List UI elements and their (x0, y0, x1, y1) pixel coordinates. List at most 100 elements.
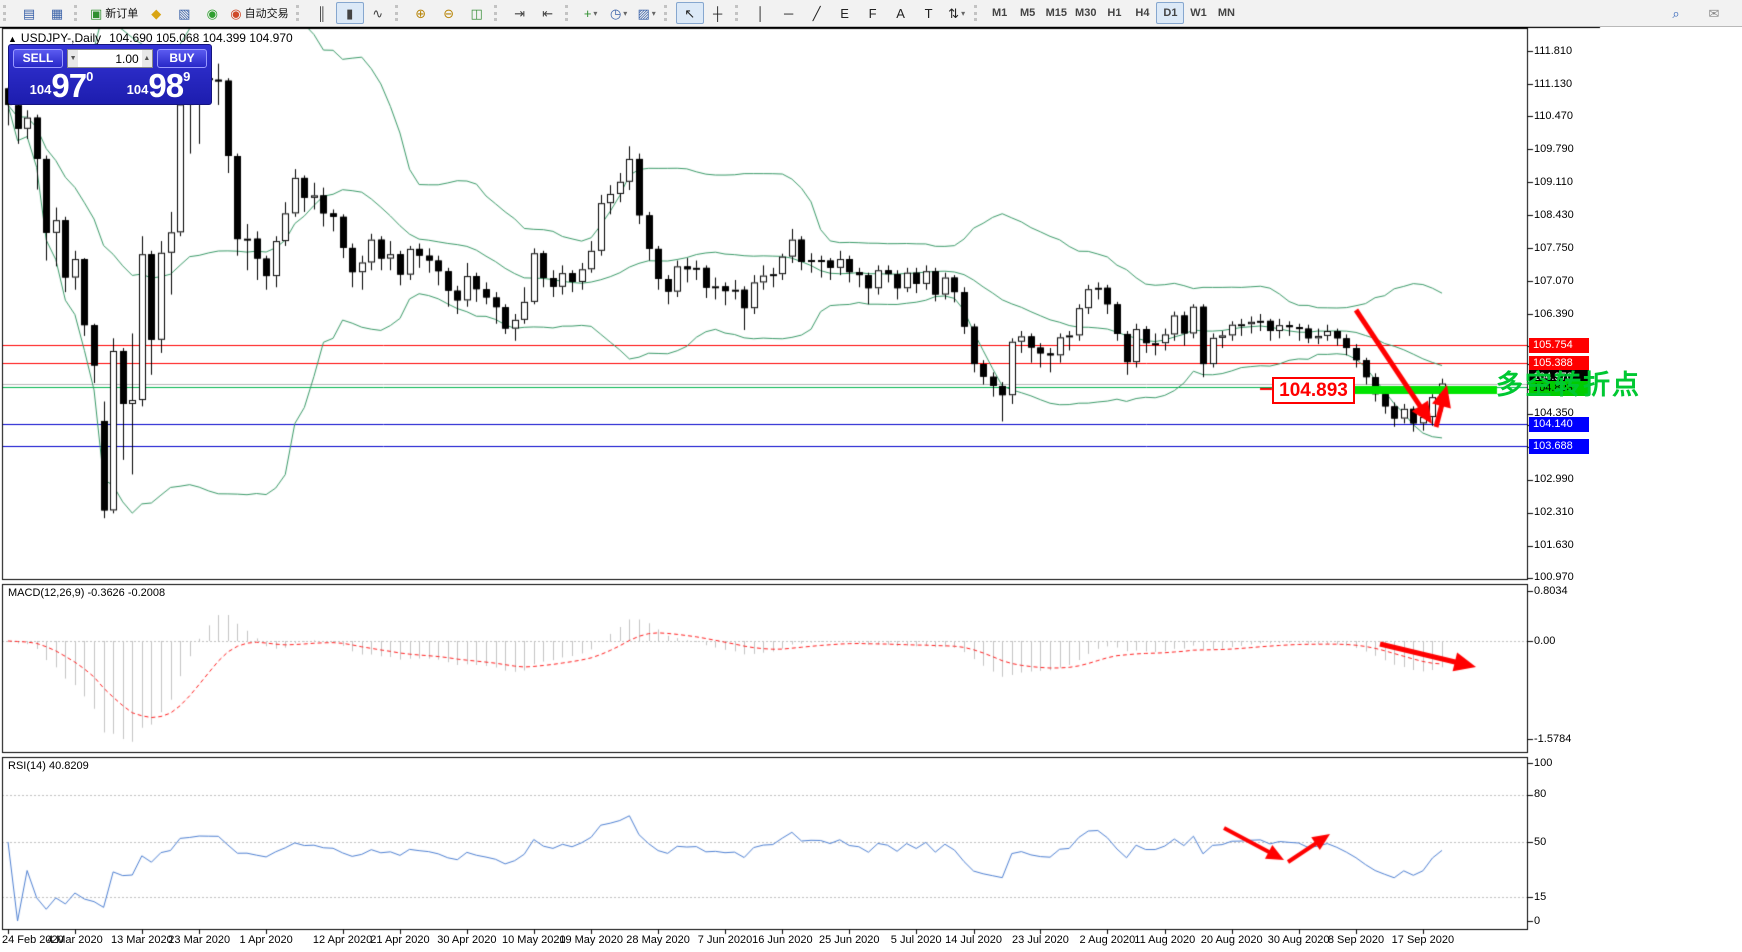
price-tick-label: 111.810 (1534, 45, 1572, 57)
metatrader-window: ▤▦ ▣新订单◆▧◉◉自动交易 ║▮∿ ⊕⊖◫ ⇥⇤ +▾◷▾▨▾ ↖┼ │─╱EFAT⇅▾ M… (0, 0, 1742, 952)
timeframe-h1-button[interactable]: H1 (1100, 2, 1128, 24)
toolbar-grip (664, 5, 672, 21)
price-badge: 103.688 (1529, 439, 1589, 454)
timeframe-m5-button[interactable]: M5 (1014, 2, 1042, 24)
date-tick-label: 5 Jul 2020 (891, 934, 942, 946)
date-tick-label: 7 Jun 2020 (698, 934, 752, 946)
buy-price[interactable]: 104989 (110, 69, 207, 100)
zoom-out-icon[interactable]: ⊖ (435, 2, 463, 24)
trendline-icon[interactable]: ╱ (803, 2, 831, 24)
vertical-line-icon[interactable]: │ (747, 2, 775, 24)
text-label-icon[interactable]: T (915, 2, 943, 24)
macd-tick-label: -1.5784 (1534, 733, 1571, 745)
date-tick-label: 19 May 2020 (559, 934, 623, 946)
auto-scroll-icon[interactable]: ⇥ (506, 2, 534, 24)
price-tick-label: 101.630 (1534, 539, 1574, 551)
horizontal-line-icon[interactable]: ─ (775, 2, 803, 24)
templates-icon[interactable]: ▨▾ (633, 2, 661, 24)
macd-tick-label: 0.00 (1534, 635, 1555, 647)
candlestick-chart-icon[interactable]: ▮ (336, 2, 364, 24)
date-tick-label: 2 Aug 2020 (1080, 934, 1136, 946)
timeframe-w1-button[interactable]: W1 (1184, 2, 1212, 24)
toolbar-right: ⌕✉ (1662, 2, 1742, 24)
price-tick-label: 102.990 (1534, 473, 1574, 485)
timeframe-m30-button[interactable]: M30 (1071, 2, 1100, 24)
toolbar-grip (296, 5, 304, 21)
rsi-tick-label: 15 (1534, 891, 1546, 903)
line-chart-icon[interactable]: ∿ (364, 2, 392, 24)
signals-icon[interactable]: ◉ (198, 2, 226, 24)
bar-chart-icon[interactable]: ║ (308, 2, 336, 24)
chat-icon[interactable]: ✉ (1700, 2, 1728, 24)
price-tick-label: 109.790 (1534, 143, 1574, 155)
timeframe-m15-button[interactable]: M15 (1042, 2, 1071, 24)
date-tick-label: 20 Aug 2020 (1201, 934, 1263, 946)
volume-input[interactable] (78, 50, 141, 67)
volume-decrease-button[interactable]: ▼ (68, 50, 78, 67)
price-tick-label: 111.130 (1534, 78, 1572, 90)
rsi-title: RSI(14) (8, 760, 46, 772)
price-tick-label: 107.750 (1534, 242, 1574, 254)
sell-button[interactable]: SELL (13, 49, 63, 68)
cursor-icon[interactable]: ↖ (676, 2, 704, 24)
sell-price-big: 97 (51, 71, 86, 100)
toolbar-grip (565, 5, 573, 21)
date-tick-label: 21 Apr 2020 (370, 934, 429, 946)
oneclick-collapse-icon[interactable]: ▲ (8, 34, 17, 44)
price-level-callout[interactable]: 104.893 (1272, 377, 1355, 404)
chart-shift-icon[interactable]: ⇤ (534, 2, 562, 24)
text-icon[interactable]: A (887, 2, 915, 24)
buy-button[interactable]: BUY (157, 49, 207, 68)
timeframe-h4-button[interactable]: H4 (1128, 2, 1156, 24)
data-window-icon[interactable]: ▦ (43, 2, 71, 24)
new-order-icon[interactable]: ▣新订单 (86, 2, 142, 24)
autotrading-icon[interactable]: ◉自动交易 (226, 2, 292, 24)
timeframe-mn-button[interactable]: MN (1212, 2, 1240, 24)
indicators-icon[interactable]: +▾ (577, 2, 605, 24)
toolbar-grip (494, 5, 502, 21)
macd-tick-label: 0.8034 (1534, 585, 1568, 597)
symbol-period-label: USDJPY-,Daily (21, 31, 101, 45)
buy-price-big: 98 (148, 71, 183, 100)
crosshair-icon[interactable]: ┼ (704, 2, 732, 24)
sell-price[interactable]: 104970 (13, 69, 110, 100)
date-tick-label: 25 Jun 2020 (819, 934, 880, 946)
date-tick-label: 30 Apr 2020 (437, 934, 496, 946)
price-tick-label: 102.310 (1534, 506, 1574, 518)
tile-windows-icon[interactable]: ◫ (463, 2, 491, 24)
volume-increase-button[interactable]: ▲ (142, 50, 152, 67)
price-badge: 105.754 (1529, 338, 1589, 353)
buy-price-prefix: 104 (127, 82, 149, 97)
price-chart-canvas[interactable] (0, 0, 1742, 952)
timeframe-m1-button[interactable]: M1 (986, 2, 1014, 24)
toolbar-grip (74, 5, 82, 21)
metaeditor-icon[interactable]: ◆ (142, 2, 170, 24)
price-tick-label: 107.070 (1534, 275, 1574, 287)
equidistant-channel-icon[interactable]: E (831, 2, 859, 24)
date-tick-label: 28 May 2020 (626, 934, 690, 946)
turning-point-annotation[interactable]: 多空转折点 (1496, 363, 1641, 402)
arrows-icon[interactable]: ⇅▾ (943, 2, 971, 24)
date-tick-label: 14 Jul 2020 (945, 934, 1002, 946)
search-icon[interactable]: ⌕ (1662, 2, 1690, 24)
date-tick-label: 8 Sep 2020 (1328, 934, 1384, 946)
toolbar-grip (735, 5, 743, 21)
chart-upload-icon[interactable]: ▧ (170, 2, 198, 24)
volume-stepper: ▼ ▲ (67, 49, 153, 68)
date-tick-label: 12 Apr 2020 (313, 934, 372, 946)
toolbar-grip (974, 5, 982, 21)
macd-values: -0.3626 -0.2008 (87, 587, 165, 599)
periods-icon[interactable]: ◷▾ (605, 2, 633, 24)
zoom-in-icon[interactable]: ⊕ (407, 2, 435, 24)
date-tick-label: 4 Mar 2020 (47, 934, 103, 946)
fibonacci-icon[interactable]: F (859, 2, 887, 24)
rsi-tick-label: 100 (1534, 757, 1552, 769)
date-tick-label: 23 Mar 2020 (168, 934, 230, 946)
market-watch-icon[interactable]: ▤ (15, 2, 43, 24)
chart-info-line: ▲USDJPY-,Daily104.690 105.068 104.399 10… (8, 31, 293, 45)
macd-label: MACD(12,26,9) -0.3626 -0.2008 (8, 587, 165, 599)
timeframe-d1-button[interactable]: D1 (1156, 2, 1184, 24)
toolbar: ▤▦ ▣新订单◆▧◉◉自动交易 ║▮∿ ⊕⊖◫ ⇥⇤ +▾◷▾▨▾ ↖┼ │─╱EFAT⇅▾ M… (0, 0, 1742, 27)
rsi-tick-label: 80 (1534, 788, 1546, 800)
macd-title: MACD(12,26,9) (8, 587, 84, 599)
